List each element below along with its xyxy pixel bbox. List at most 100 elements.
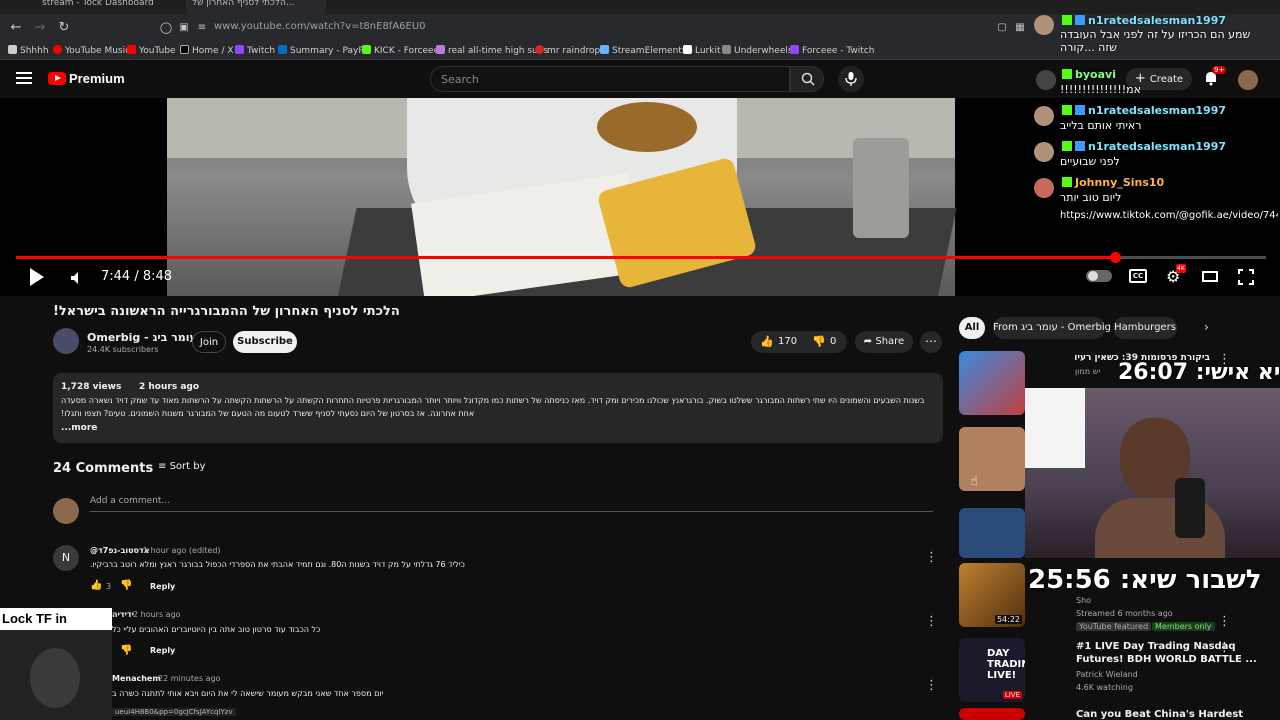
join-button[interactable]: Join bbox=[192, 331, 226, 353]
sidebar-video-title[interactable]: Can you Beat China's Hardest bbox=[1076, 709, 1243, 720]
scrubber-handle[interactable] bbox=[1109, 252, 1121, 263]
bookmark-item[interactable]: KICK - Forceee bbox=[362, 45, 439, 56]
bookmark-item[interactable]: Forceee - Twitch bbox=[790, 45, 874, 56]
bookmark-item[interactable]: Summary - PayPal bbox=[278, 45, 371, 56]
fullscreen-icon[interactable] bbox=[1238, 269, 1254, 285]
sidebar-thumbnail[interactable]: DAY TRADING LIVE! LIVE bbox=[959, 638, 1025, 702]
chat-username: n1ratedsalesman1997 bbox=[1062, 14, 1226, 27]
bookmark-item[interactable]: real all-time high subs bbox=[436, 45, 548, 56]
progress-bar[interactable] bbox=[16, 252, 1266, 263]
bookmark-item[interactable]: Home / X bbox=[180, 45, 234, 56]
video-frame[interactable] bbox=[167, 98, 957, 296]
sort-by-button[interactable]: ≡ Sort by bbox=[158, 461, 206, 472]
bookmark-item[interactable]: mr raindrop bbox=[535, 45, 600, 56]
filter-chip-all[interactable]: All bbox=[959, 317, 985, 339]
reload-icon[interactable]: ↻ bbox=[56, 20, 72, 36]
shield-icon[interactable]: ◯ bbox=[158, 20, 174, 36]
share-icon: ➦ bbox=[863, 336, 876, 347]
channel-avatar[interactable] bbox=[53, 328, 79, 354]
sidebar-thumbnail[interactable] bbox=[959, 351, 1025, 415]
webcam-overlay: Lock TF in bbox=[0, 608, 112, 720]
sidebar-menu-icon[interactable]: ⋮ bbox=[1218, 640, 1231, 655]
extension-icon[interactable]: ▦ bbox=[1012, 20, 1028, 36]
comment-dislike-icon[interactable]: 👎 bbox=[120, 645, 132, 656]
sidebar-thumbnail[interactable] bbox=[959, 427, 1025, 491]
bookmark-item[interactable]: Lurkit bbox=[683, 45, 721, 56]
bookmark-item[interactable]: Twitch bbox=[235, 45, 275, 56]
thumbs-up-icon[interactable]: 👍 bbox=[760, 335, 774, 349]
tab-label: stream - Tock Dashboard bbox=[42, 0, 154, 8]
reply-button[interactable]: Reply bbox=[150, 582, 175, 591]
filter-chip-channel[interactable]: From עומר ביג - Omerbig bbox=[993, 317, 1111, 339]
cc-icon[interactable]: CC bbox=[1129, 269, 1147, 283]
bookmark-item[interactable]: Underwheels bbox=[722, 45, 793, 56]
comment-menu-icon[interactable]: ⋮ bbox=[925, 550, 938, 565]
show-more-link[interactable]: ...more bbox=[61, 423, 97, 433]
underwheels-icon bbox=[722, 45, 731, 54]
webcam-window bbox=[1025, 388, 1085, 468]
autoplay-toggle[interactable] bbox=[1086, 270, 1112, 282]
cast-icon[interactable] bbox=[1036, 70, 1056, 90]
chevron-right-icon[interactable]: › bbox=[1204, 320, 1209, 334]
sub-badge-icon bbox=[1075, 15, 1085, 25]
forward-icon[interactable]: → bbox=[32, 20, 48, 36]
channel-name[interactable]: Omerbig - עומר ביג bbox=[87, 331, 197, 344]
chat-name: Johnny_Sins10 bbox=[1075, 176, 1165, 189]
settings-gear-icon[interactable]: ⚙ 4K bbox=[1166, 264, 1186, 286]
reply-button[interactable]: Reply bbox=[150, 646, 175, 655]
sidebar-video-meta: Streamed 6 months ago bbox=[1076, 609, 1173, 618]
sidebar-thumbnail[interactable]: 54:22 bbox=[959, 563, 1025, 627]
account-avatar[interactable] bbox=[1238, 70, 1258, 90]
filter-chip-hamburgers[interactable]: Hamburgers bbox=[1113, 317, 1177, 339]
add-comment-input[interactable]: Add a comment... bbox=[90, 496, 933, 512]
sidebar-menu-icon[interactable]: ⋮ bbox=[1218, 614, 1231, 629]
play-icon[interactable] bbox=[30, 268, 48, 286]
mic-button[interactable] bbox=[838, 66, 864, 92]
bookmark-item[interactable]: Shhhh bbox=[8, 45, 49, 56]
page-settings-icon[interactable]: ≡ bbox=[194, 20, 210, 36]
chat-avatar bbox=[1034, 178, 1054, 198]
comment-author[interactable]: ידידיה bbox=[112, 610, 134, 619]
live-badge: LIVE bbox=[1002, 691, 1022, 699]
dislike-count[interactable]: 0 bbox=[830, 336, 836, 347]
more-actions-icon[interactable]: ⋯ bbox=[920, 331, 942, 353]
subscribe-button[interactable]: Subscribe bbox=[233, 331, 297, 353]
bookmark-item[interactable]: YouTube Music bbox=[53, 45, 130, 56]
description-box[interactable]: 1,728 views 2 hours ago בשנות השבעים והש… bbox=[53, 373, 943, 443]
sidebar-thumbnail[interactable] bbox=[959, 708, 1025, 720]
theater-mode-icon[interactable] bbox=[1202, 271, 1218, 282]
cast-icon[interactable]: ▢ bbox=[994, 20, 1010, 36]
back-icon[interactable]: ← bbox=[8, 20, 24, 36]
comment-menu-icon[interactable]: ⋮ bbox=[925, 614, 938, 629]
comment-author[interactable]: @אדסטוב-נפ7ד bbox=[90, 546, 150, 555]
sidebar-thumbnail[interactable] bbox=[959, 508, 1025, 558]
browser-tab-active[interactable]: הלכתי לסניף האחרון של... bbox=[186, 0, 326, 14]
chat-link[interactable]: https://www.tiktok.com/@gofik.ae/video/7… bbox=[1060, 210, 1278, 221]
comment-time: 22 minutes ago bbox=[158, 674, 221, 683]
comment-like-icon[interactable]: 👍 bbox=[90, 580, 102, 591]
thumbs-down-icon[interactable]: 👎 bbox=[812, 335, 826, 349]
comment-dislike-icon[interactable]: 👎 bbox=[120, 580, 132, 591]
video-title: הלכתי לסניף האחרון של ההמבורגרייה הראשונ… bbox=[53, 304, 400, 319]
sidebar-video-title[interactable]: #1 LIVE Day Trading Nasdaq bbox=[1076, 641, 1236, 652]
commenter-avatar[interactable]: N bbox=[53, 545, 79, 571]
bookmark-item[interactable]: StreamElements - bbox=[600, 45, 693, 56]
menu-icon[interactable] bbox=[16, 70, 32, 86]
premium-logo[interactable]: Premium bbox=[69, 71, 125, 86]
like-count[interactable]: 170 bbox=[778, 336, 797, 347]
bell-icon[interactable]: 9+ bbox=[1203, 66, 1227, 88]
youtube-logo-icon[interactable] bbox=[48, 72, 66, 85]
lock-icon[interactable]: ▣ bbox=[176, 20, 192, 36]
search-button[interactable] bbox=[790, 66, 824, 92]
bookmark-label: Summary - PayPal bbox=[290, 46, 372, 56]
comment-menu-icon[interactable]: ⋮ bbox=[925, 678, 938, 693]
share-button[interactable]: ➦ Share bbox=[855, 331, 913, 353]
url-field[interactable]: www.youtube.com/watch?v=t8nE8fA6EU0 bbox=[214, 21, 426, 32]
bookmark-item[interactable]: YouTube bbox=[127, 45, 176, 56]
bookmark-label: Underwheels bbox=[734, 46, 793, 56]
search-input[interactable]: Search bbox=[430, 66, 790, 92]
comment-author[interactable]: Menachem bbox=[112, 674, 161, 683]
sidebar-video-title[interactable]: Futures! BDH WORLD BATTLE ... bbox=[1076, 654, 1257, 665]
browser-tab[interactable]: stream - Tock Dashboard bbox=[36, 0, 176, 14]
volume-icon[interactable] bbox=[70, 270, 86, 284]
